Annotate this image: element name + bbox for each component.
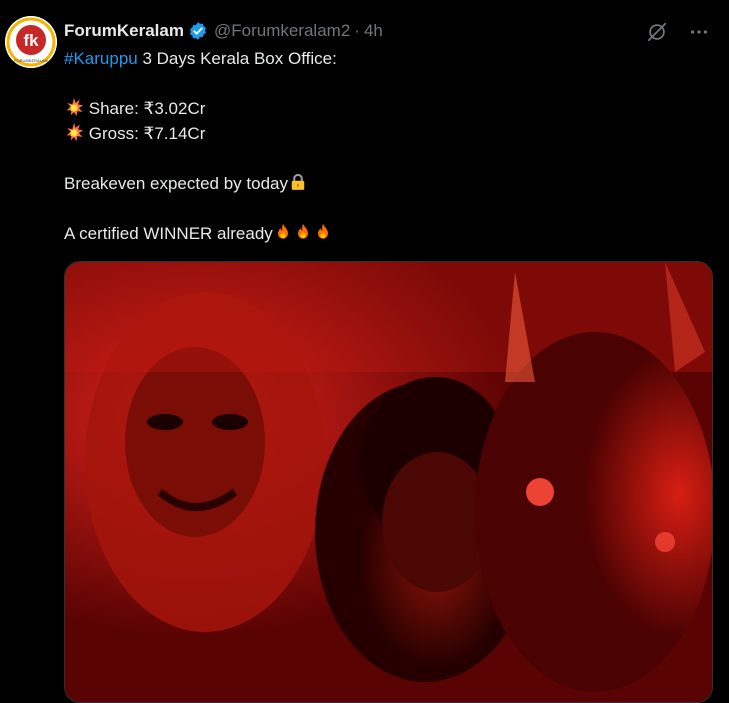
more-icon[interactable] (687, 20, 711, 44)
tweet-header: ForumKeralam @Forumkeralam2 · 4h (64, 19, 383, 43)
verified-badge-icon[interactable] (188, 21, 208, 41)
share-line: Share: ₹3.02Cr (64, 96, 704, 121)
header-separator: · (354, 21, 360, 40)
tweet[interactable]: fk FORUMKERALAM ForumKeralam @Forumkeral… (0, 0, 729, 703)
author-name[interactable]: ForumKeralam (64, 21, 184, 41)
tweet-timestamp[interactable]: 4h (364, 21, 383, 41)
tweet-media-image[interactable] (64, 261, 713, 703)
tweet-headline: #Karuppu 3 Days Kerala Box Office: (64, 46, 704, 71)
fire-icon (317, 223, 328, 239)
breakeven-text: Breakeven expected by today (64, 174, 288, 193)
collision-icon (66, 122, 84, 142)
lock-icon (291, 173, 305, 190)
author-handle[interactable]: @Forumkeralam2 (214, 21, 350, 41)
tweet-actions (645, 20, 711, 44)
share-text: Share: ₹3.02Cr (88, 99, 206, 118)
grok-icon[interactable] (645, 20, 669, 44)
avatar-logo-subtext: FORUMKERALAM (14, 58, 48, 63)
author-avatar[interactable]: fk FORUMKERALAM (5, 16, 57, 68)
gross-line: Gross: ₹7.14Cr (64, 121, 704, 146)
avatar-logo-text: fk (23, 31, 39, 50)
fire-icon (297, 223, 308, 239)
fire-icon (277, 223, 288, 239)
collision-icon (66, 97, 84, 117)
gross-text: Gross: ₹7.14Cr (88, 124, 206, 143)
hashtag-link[interactable]: #Karuppu (64, 49, 138, 68)
winner-line: A certified WINNER already (64, 221, 704, 246)
headline-text: 3 Days Kerala Box Office: (137, 49, 337, 68)
winner-text: A certified WINNER already (64, 224, 273, 243)
breakeven-line: Breakeven expected by today (64, 171, 704, 196)
tweet-text: #Karuppu 3 Days Kerala Box Office: Share… (64, 46, 704, 246)
